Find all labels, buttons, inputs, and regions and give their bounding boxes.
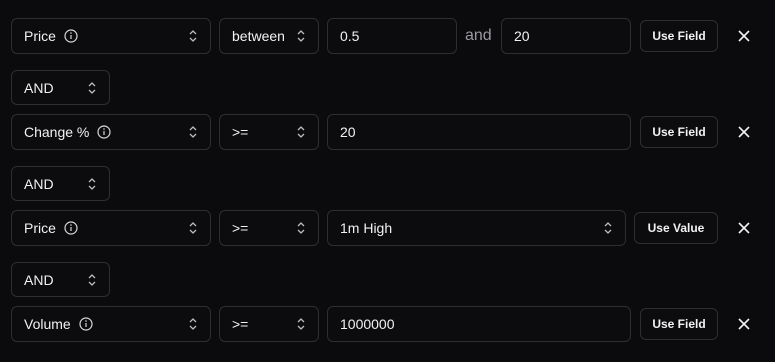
operator-select[interactable]: >=: [219, 210, 319, 246]
value-select-label: 1m High: [340, 220, 393, 236]
field-label: Volume: [24, 316, 71, 332]
field-select-label-wrap: Change %: [24, 124, 111, 140]
chevron-up-down-icon: [297, 30, 305, 42]
close-icon[interactable]: [737, 317, 751, 331]
info-icon: [97, 125, 111, 139]
value2-input[interactable]: 20: [501, 18, 631, 54]
field-select[interactable]: Change %: [11, 114, 211, 150]
use-field-button[interactable]: Use Field: [640, 308, 718, 340]
chevron-up-down-icon: [189, 126, 197, 138]
value-text: 0.5: [340, 28, 360, 44]
use-field-button[interactable]: Use Field: [640, 20, 718, 52]
field-label: Change %: [24, 124, 90, 140]
chevron-up-down-icon: [88, 81, 96, 94]
logic-label: AND: [24, 175, 54, 192]
value-input[interactable]: 1000000: [327, 306, 631, 342]
logic-label: AND: [24, 79, 54, 96]
field-select-label-wrap: Price: [24, 220, 78, 236]
info-icon: [64, 29, 78, 43]
logic-label: AND: [24, 271, 54, 288]
field-select-label-wrap: Price: [24, 28, 78, 44]
field-label: Price: [24, 220, 56, 236]
close-icon[interactable]: [737, 29, 751, 43]
value-text: 1000000: [340, 316, 395, 332]
logic-select[interactable]: AND: [11, 166, 110, 201]
close-icon[interactable]: [737, 125, 751, 139]
chevron-up-down-icon: [604, 222, 612, 234]
field-select[interactable]: Price: [11, 18, 211, 54]
operator-label: >=: [232, 220, 249, 236]
chevron-up-down-icon: [297, 318, 305, 330]
chevron-up-down-icon: [189, 30, 197, 42]
close-icon[interactable]: [737, 221, 751, 235]
chevron-up-down-icon: [88, 177, 96, 190]
chevron-up-down-icon: [189, 222, 197, 234]
chevron-up-down-icon: [189, 318, 197, 330]
field-select-label-wrap: Volume: [24, 316, 93, 332]
field-select[interactable]: Price: [11, 210, 211, 246]
use-field-button[interactable]: Use Field: [640, 116, 718, 148]
field-label: Price: [24, 28, 56, 44]
value-text: 20: [340, 124, 356, 140]
info-icon: [64, 221, 78, 235]
field-select[interactable]: Volume: [11, 306, 211, 342]
chevron-up-down-icon: [88, 273, 96, 286]
operator-select[interactable]: >=: [219, 114, 319, 150]
operator-label: >=: [232, 316, 249, 332]
logic-select[interactable]: AND: [11, 70, 110, 105]
value-select[interactable]: 1m High: [327, 210, 626, 246]
operator-label: >=: [232, 124, 249, 140]
between-connector: and: [465, 27, 492, 44]
use-value-button[interactable]: Use Value: [634, 212, 718, 244]
value-input[interactable]: 20: [327, 114, 631, 150]
operator-label: between: [232, 28, 285, 44]
info-icon: [79, 317, 93, 331]
value2-text: 20: [514, 28, 530, 44]
chevron-up-down-icon: [297, 126, 305, 138]
operator-select[interactable]: >=: [219, 306, 319, 342]
operator-select[interactable]: between: [219, 18, 319, 54]
value-input[interactable]: 0.5: [327, 18, 457, 54]
chevron-up-down-icon: [297, 222, 305, 234]
filter-builder: Price between 0.5 and 20 Use Field AND C…: [0, 0, 775, 362]
logic-select[interactable]: AND: [11, 262, 110, 297]
